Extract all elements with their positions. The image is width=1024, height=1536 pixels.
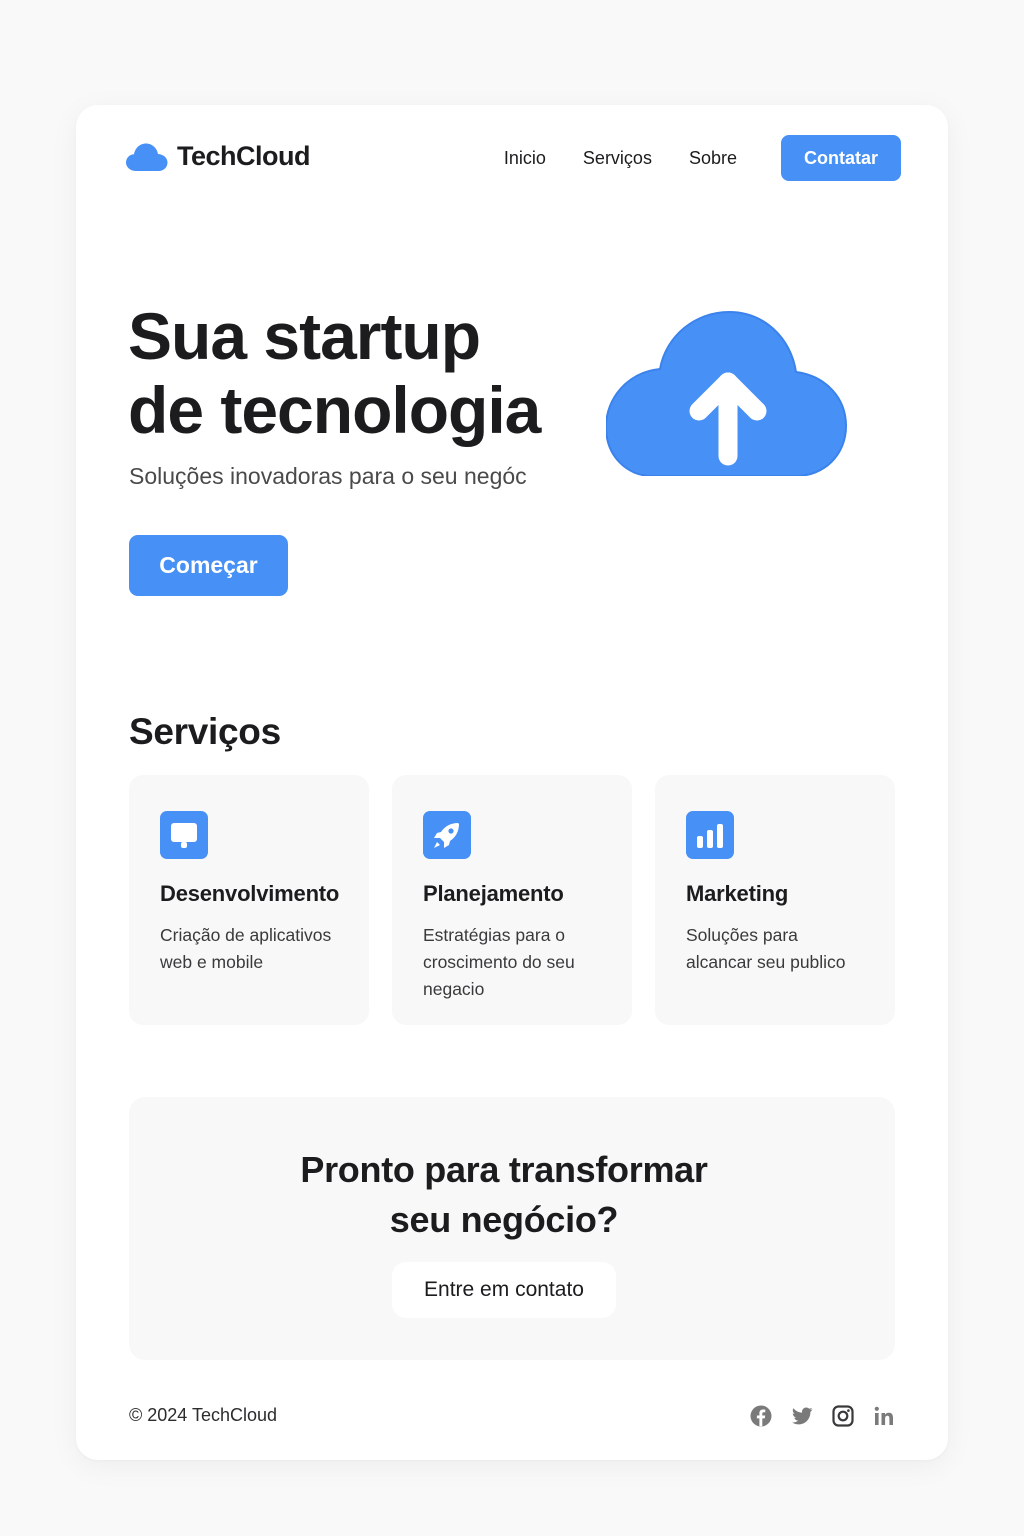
- cloud-icon: [126, 143, 168, 171]
- services-heading: Serviços: [129, 711, 281, 752]
- services-list: Desenvolvimento Criação de aplicativos w…: [129, 775, 895, 1025]
- cta-title-line-2: seu negócio?: [389, 1199, 619, 1240]
- monitor-icon: [160, 811, 208, 859]
- service-desc-line: Soluções para: [686, 925, 798, 945]
- rocket-icon: [423, 811, 471, 859]
- service-title: Desenvolvimento: [160, 881, 340, 906]
- hero-subtitle: Soluções inovadoras para o seu negóc: [129, 463, 527, 489]
- get-started-button[interactable]: Começar: [129, 535, 288, 596]
- linkedin-icon[interactable]: [872, 1404, 896, 1428]
- service-description: Soluções para alcancar seu publico: [686, 922, 864, 976]
- get-in-touch-button[interactable]: Entre em contato: [392, 1262, 616, 1318]
- nav-link-servicos[interactable]: Serviços: [583, 148, 652, 169]
- hero-title-line-2: de tecnologia: [128, 373, 541, 447]
- service-card-planning: Planejamento Estratégias para o croscime…: [392, 775, 632, 1025]
- service-desc-line: croscimento do seu: [423, 952, 575, 972]
- service-description: Estratégias para o croscimento do seu ne…: [423, 922, 601, 1003]
- service-desc-line: Estratégias para o: [423, 925, 566, 945]
- service-desc-line: Criação de aplicativos: [160, 925, 332, 945]
- hero-title: Sua startup de tecnologia: [128, 299, 541, 447]
- nav-link-sobre[interactable]: Sobre: [689, 148, 737, 169]
- cta-title: Pronto para transformar seu negócio?: [129, 1145, 879, 1245]
- cloud-upload-icon: [606, 310, 848, 476]
- footer-copyright: © 2024 TechCloud: [129, 1405, 278, 1425]
- main-nav: Inicio Serviços Sobre Contatar: [504, 135, 901, 181]
- contact-button[interactable]: Contatar: [781, 135, 901, 181]
- service-card-development: Desenvolvimento Criação de aplicativos w…: [129, 775, 369, 1025]
- service-card-marketing: Marketing Soluções para alcancar seu pub…: [655, 775, 895, 1025]
- service-desc-line: negacio: [423, 979, 485, 999]
- service-desc-line: alcancar seu publico: [686, 952, 846, 972]
- nav-link-inicio[interactable]: Inicio: [504, 148, 546, 169]
- instagram-icon[interactable]: [831, 1404, 855, 1428]
- service-desc-line: web e mobile: [160, 952, 264, 972]
- brand-logo[interactable]: TechCloud: [126, 141, 311, 172]
- cta-title-line-1: Pronto para transformar: [300, 1149, 708, 1190]
- hero-title-line-1: Sua startup: [128, 299, 481, 373]
- service-title: Marketing: [686, 881, 789, 906]
- landing-page-card: TechCloud Inicio Serviços Sobre Contatar…: [76, 105, 948, 1460]
- social-links: [749, 1404, 896, 1428]
- service-description: Criação de aplicativos web e mobile: [160, 922, 338, 976]
- service-title: Planejamento: [423, 881, 564, 906]
- facebook-icon[interactable]: [749, 1404, 773, 1428]
- twitter-icon[interactable]: [790, 1404, 814, 1428]
- cta-panel: Pronto para transformar seu negócio? Ent…: [129, 1097, 895, 1360]
- bar-chart-icon: [686, 811, 734, 859]
- brand-name: TechCloud: [177, 141, 311, 171]
